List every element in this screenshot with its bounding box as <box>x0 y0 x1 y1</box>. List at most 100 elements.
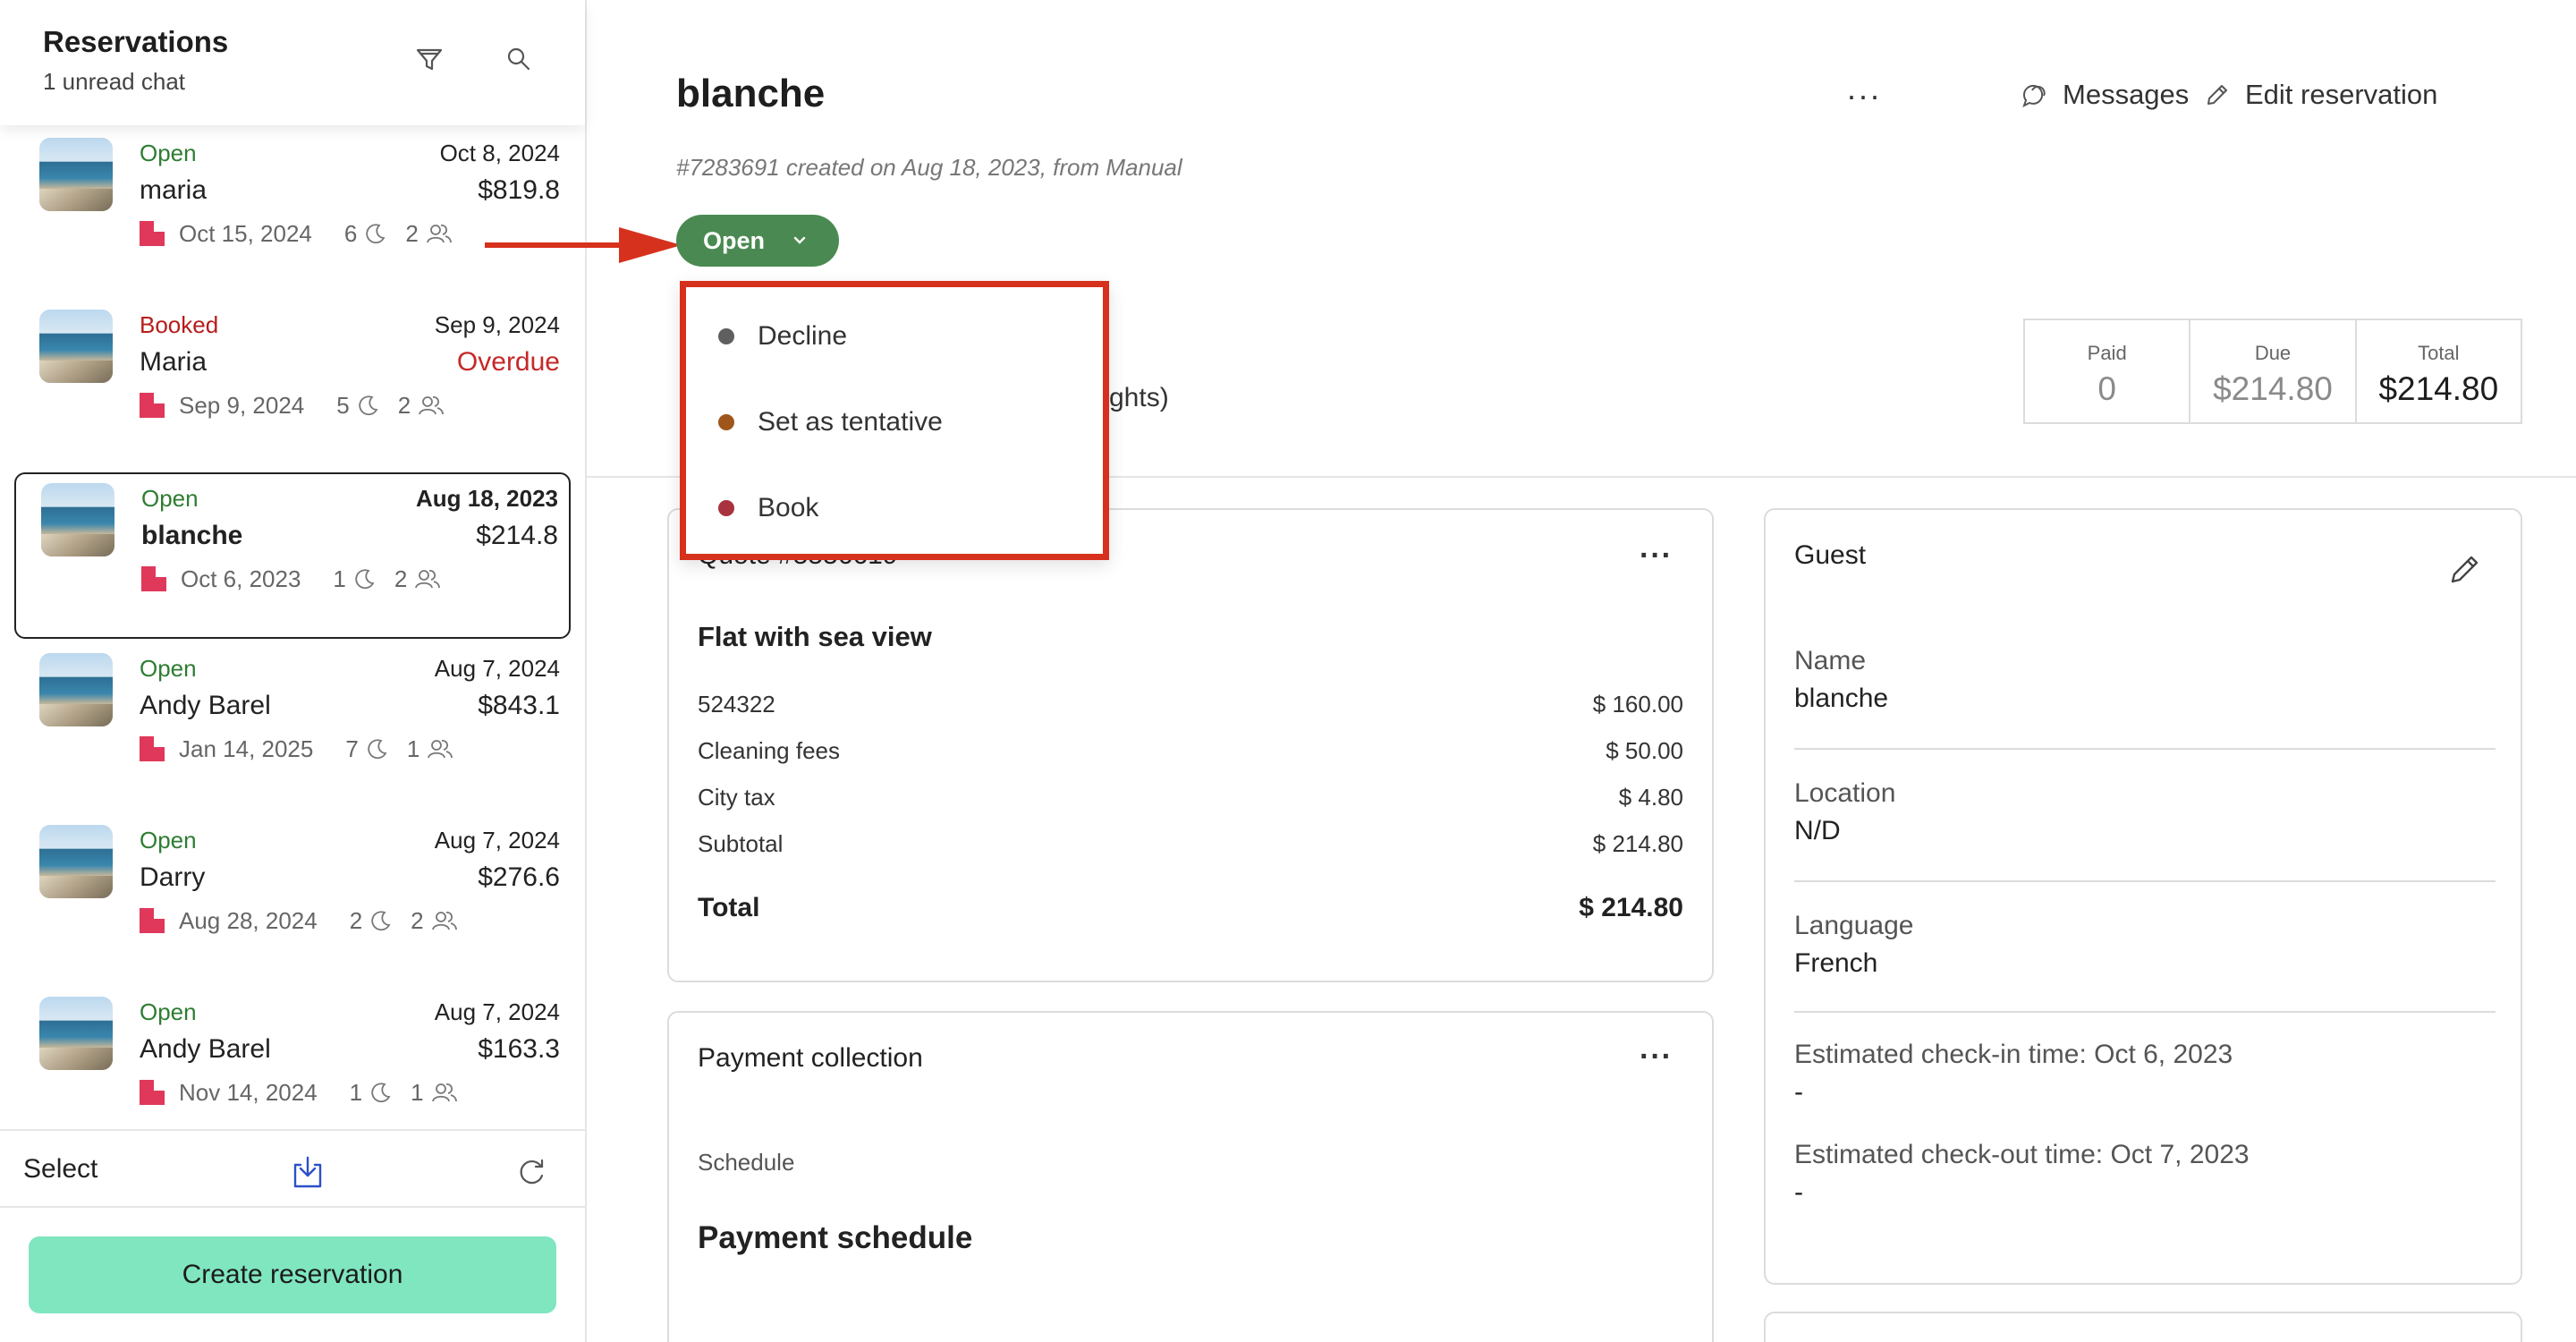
unread-chat-count: 1 unread chat <box>43 68 186 95</box>
checkin-date: Nov 14, 2024 <box>179 1078 318 1106</box>
moon-icon <box>355 569 375 590</box>
checkin-date: Jan 14, 2025 <box>179 735 314 762</box>
select-toggle[interactable]: Select <box>23 1154 97 1185</box>
quote-line: Cleaning fees $ 50.00 <box>698 737 1683 765</box>
guests-count: 2 <box>398 392 445 420</box>
guests-icon <box>431 1083 457 1102</box>
listing-title: Flat with sea view <box>698 621 932 652</box>
moon-icon <box>371 911 391 931</box>
edit-pencil-icon[interactable] <box>2445 549 2485 589</box>
reservation-status: Open <box>141 485 199 512</box>
quote-total-value: $ 214.80 <box>1579 893 1683 922</box>
checkout-time-value: - <box>1794 1177 1803 1207</box>
reservation-date: Aug 7, 2024 <box>434 827 560 854</box>
quote-more-button[interactable]: ··· <box>1640 539 1673 573</box>
guest-divider <box>1794 748 2496 750</box>
dropdown-item-label: Book <box>758 493 819 522</box>
reservation-amount: $843.1 <box>478 691 560 720</box>
moon-icon <box>359 395 378 416</box>
quote-total-label: Total <box>698 893 760 922</box>
quote-line-label: Cleaning fees <box>698 737 840 764</box>
payment-collection-title: Payment collection <box>698 1043 923 1073</box>
channel-flag-icon <box>140 221 165 246</box>
reservation-status: Open <box>140 998 197 1025</box>
guest-name: blanche <box>141 521 243 550</box>
location-label: Location <box>1794 778 1896 808</box>
guest-name: maria <box>140 175 208 205</box>
reservation-list-item[interactable]: Open Aug 7, 2024 Darry $276.6 Aug 28, 2024 2 2 <box>14 816 571 982</box>
checkin-date: Oct 6, 2023 <box>181 565 301 592</box>
reservation-status: Open <box>140 140 197 166</box>
dropdown-item-set-as-tentative[interactable]: Set as tentative <box>718 407 943 437</box>
more-options-button[interactable]: ··· <box>1846 77 1881 115</box>
reservation-date: Oct 8, 2024 <box>439 140 560 166</box>
reservation-list-item[interactable]: Booked Sep 9, 2024 Maria Overdue Sep 9, 2024… <box>14 301 571 467</box>
edit-reservation-button[interactable]: Edit reservation <box>2202 79 2437 111</box>
due-value: $214.80 <box>2213 370 2333 407</box>
payment-summary: Paid 0 Due $214.80 Total $214.80 <box>2023 319 2522 424</box>
payment-schedule-title: Payment schedule <box>698 1220 973 1255</box>
status-dot-icon <box>718 414 734 430</box>
due-cell: Due $214.80 <box>2190 320 2357 422</box>
total-cell: Total $214.80 <box>2357 320 2521 422</box>
guests-icon <box>426 225 452 243</box>
listing-thumbnail <box>39 653 113 726</box>
nights-count: 7 <box>345 735 388 763</box>
guests-icon <box>419 396 445 415</box>
nights-count: 6 <box>344 220 387 248</box>
quote-total-line: Total $ 214.80 <box>698 893 1683 923</box>
status-label: Open <box>703 226 766 254</box>
reservation-meta: Sep 9, 2024 5 2 <box>140 390 445 420</box>
total-value: $214.80 <box>2378 370 2499 407</box>
sidebar-title: Reservations <box>43 25 229 58</box>
messages-button[interactable]: Messages <box>2020 79 2189 111</box>
quote-line-label: City tax <box>698 784 775 811</box>
quote-line: Subtotal $ 214.80 <box>698 830 1683 858</box>
reservation-date: Aug 7, 2024 <box>434 998 560 1025</box>
refresh-icon[interactable] <box>513 1154 549 1190</box>
sidebar-header: Reservations 1 unread chat <box>0 0 585 125</box>
payment-more-button[interactable]: ··· <box>1640 1040 1673 1074</box>
nights-count: 5 <box>336 392 379 420</box>
guests-icon <box>431 912 457 930</box>
paid-value: 0 <box>2097 370 2116 407</box>
filter-icon[interactable] <box>410 39 449 79</box>
paid-label: Paid <box>2087 342 2127 364</box>
status-dropdown-menu: Decline Set as tentative Book <box>680 281 1109 560</box>
channel-flag-icon <box>140 908 165 933</box>
create-reservation-button[interactable]: Create reservation <box>29 1236 556 1313</box>
due-label: Due <box>2254 342 2292 364</box>
guests-count: 1 <box>407 735 453 763</box>
reservation-list-item[interactable]: Open Aug 7, 2024 Andy Barel $843.1 Jan 14, 2… <box>14 644 571 811</box>
dropdown-item-label: Set as tentative <box>758 407 943 437</box>
channel-flag-icon <box>140 1080 165 1105</box>
guest-divider <box>1794 1011 2496 1013</box>
guest-name: Maria <box>140 347 208 377</box>
reservation-amount: $214.8 <box>476 521 558 550</box>
nights-count: 1 <box>350 1079 393 1107</box>
reservation-amount: $819.8 <box>478 175 560 205</box>
quote-line-value: $ 50.00 <box>1606 737 1683 764</box>
reservation-amount: $163.3 <box>478 1034 560 1064</box>
reservation-list-item[interactable]: Open Oct 8, 2024 maria $819.8 Oct 15, 2024 6 2 <box>14 129 571 295</box>
moon-icon <box>368 739 387 760</box>
reservation-list-item[interactable]: Open Aug 7, 2024 Andy Barel $163.3 Nov 14, 2… <box>14 988 571 1129</box>
reservation-detail: blanche #7283691 created on Aug 18, 2023… <box>485 0 2576 1342</box>
guests-count: 2 <box>411 907 457 935</box>
listing-thumbnail <box>39 310 113 383</box>
guest-divider <box>1794 880 2496 882</box>
listing-thumbnail <box>39 138 113 211</box>
reservation-status: Open <box>140 655 197 682</box>
chevron-down-icon <box>793 236 806 244</box>
download-icon[interactable] <box>288 1152 327 1192</box>
search-icon[interactable] <box>499 39 538 79</box>
dropdown-item-book[interactable]: Book <box>718 493 818 523</box>
dropdown-item-decline[interactable]: Decline <box>718 321 847 352</box>
reservation-date: Aug 7, 2024 <box>434 655 560 682</box>
status-dropdown-button[interactable]: Open <box>676 215 839 267</box>
reservation-list: Open Oct 8, 2024 maria $819.8 Oct 15, 2024 6 2… <box>0 125 585 1129</box>
reservation-list-item[interactable]: Open Aug 18, 2023 blanche $214.8 Oct 6, 2023… <box>14 472 571 639</box>
edit-reservation-label: Edit reservation <box>2245 79 2438 110</box>
language-value: French <box>1794 948 1878 978</box>
guest-name-value: blanche <box>1794 684 1889 713</box>
